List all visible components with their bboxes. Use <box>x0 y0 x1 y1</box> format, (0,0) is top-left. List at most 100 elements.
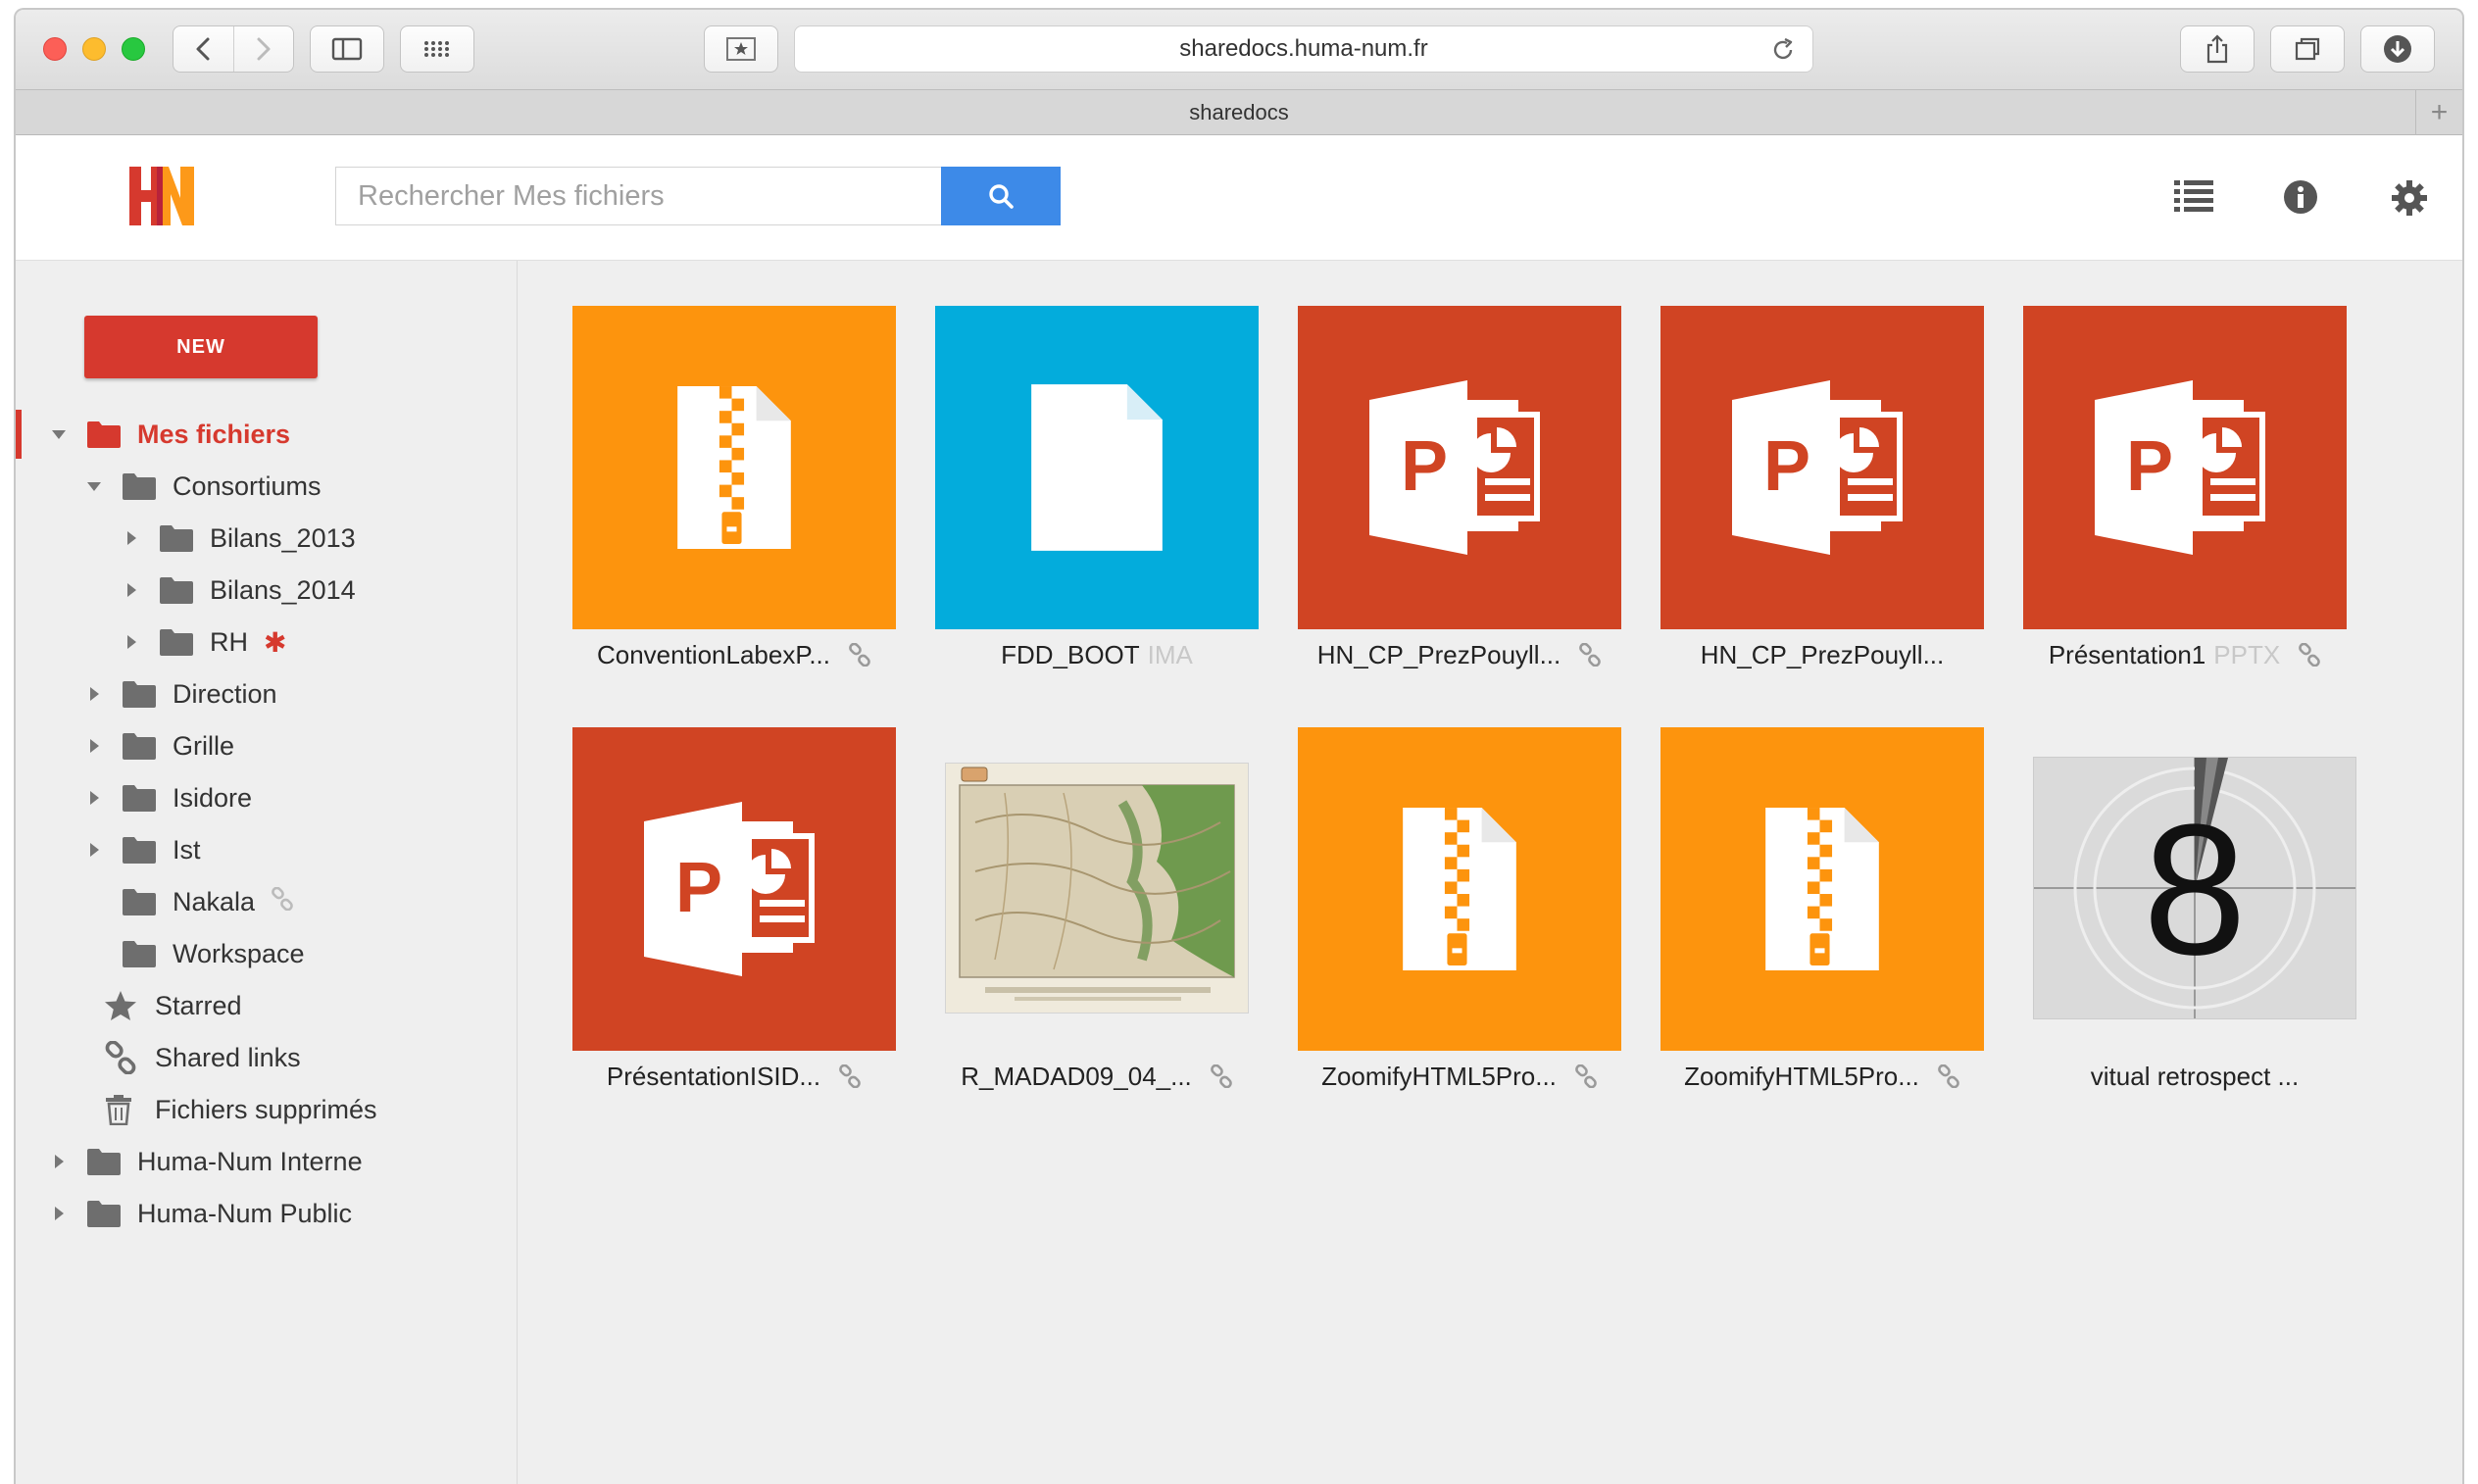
sidebar-item-nakala[interactable]: Nakala <box>84 879 294 924</box>
file-caption[interactable]: PrésentationISID... <box>572 1057 896 1096</box>
sidebar-item-mes-fichiers[interactable]: Mes fichiers <box>49 412 290 457</box>
file-thumbnail[interactable] <box>1298 727 1621 1051</box>
folder-icon <box>159 575 194 605</box>
zoom-window-button[interactable] <box>122 37 145 61</box>
file-thumbnail[interactable] <box>572 727 896 1051</box>
file-caption[interactable]: R_MADAD09_04_... <box>935 1057 1259 1096</box>
video-thumbnail[interactable]: 8 <box>2033 757 2356 1019</box>
file-caption[interactable]: Présentation1 PPTX <box>2023 635 2347 674</box>
sidebar-item-ist[interactable]: Ist <box>84 827 201 872</box>
map-image <box>946 764 1248 1013</box>
folder-icon <box>86 420 122 449</box>
logo[interactable] <box>125 165 198 232</box>
share-icon <box>2206 34 2228 64</box>
search-input[interactable] <box>335 167 941 225</box>
chevron-right-icon <box>257 37 271 61</box>
file-caption[interactable]: HN_CP_PrezPouyll... <box>1660 635 1984 674</box>
settings-button[interactable] <box>2390 178 2429 223</box>
grid-icon <box>424 41 449 57</box>
file-caption[interactable]: vitual retrospect ... <box>2033 1057 2356 1096</box>
file-caption[interactable]: FDD_BOOT IMA <box>935 635 1259 674</box>
downloads-button[interactable] <box>2360 25 2435 73</box>
link-icon <box>848 643 871 667</box>
sidebar-item-starred[interactable]: Starred <box>67 983 242 1028</box>
file-thumbnail[interactable] <box>1660 306 1984 629</box>
zip-file-icon <box>1759 803 1885 975</box>
tab-title[interactable]: sharedocs <box>1189 100 1289 125</box>
caret-right-icon[interactable] <box>84 738 104 754</box>
sidebar-item-label: Shared links <box>155 1042 301 1072</box>
file-name: R_MADAD09_04_... <box>961 1061 1192 1091</box>
sidebar-item-trash[interactable]: Fichiers supprimés <box>67 1087 377 1132</box>
caret-right-icon[interactable] <box>122 634 141 650</box>
new-button[interactable]: NEW <box>84 316 318 378</box>
sidebar-toggle-button[interactable] <box>310 25 384 73</box>
sidebar-item-isidore[interactable]: Isidore <box>84 775 252 820</box>
forward-button[interactable] <box>232 26 293 72</box>
caret-right-icon[interactable] <box>84 842 104 858</box>
caret-right-icon[interactable] <box>84 686 104 702</box>
sidebar-item-consortiums[interactable]: Consortiums <box>84 464 322 509</box>
file-thumbnail[interactable] <box>935 306 1259 629</box>
top-sites-button[interactable] <box>400 25 474 73</box>
file-name: Présentation1 <box>2048 639 2206 669</box>
info-icon <box>2284 180 2317 214</box>
file-caption[interactable]: HN_CP_PrezPouyll... <box>1298 635 1621 674</box>
file-caption[interactable]: ZoomifyHTML5Pro... <box>1660 1057 1984 1096</box>
caret-down-icon[interactable] <box>84 480 104 492</box>
sidebar-item-direction[interactable]: Direction <box>84 671 277 717</box>
bookmark-star-icon <box>726 37 756 61</box>
file-caption[interactable]: ConventionLabexP... <box>572 635 896 674</box>
info-button[interactable] <box>2282 178 2319 221</box>
new-tab-button[interactable]: + <box>2415 90 2462 135</box>
sidebar-item-label: Direction <box>173 678 277 709</box>
minimize-window-button[interactable] <box>82 37 106 61</box>
sidebar-item-label: Huma-Num Interne <box>137 1146 363 1176</box>
sidebar-item-workspace[interactable]: Workspace <box>84 931 305 976</box>
zip-file-icon <box>1397 803 1522 975</box>
sidebar-item-rh[interactable]: RH ✱ <box>122 619 286 665</box>
sidebar-item-huma-num-interne[interactable]: Huma-Num Interne <box>49 1139 363 1184</box>
sidebar-item-shared-links[interactable]: Shared links <box>67 1035 301 1080</box>
sidebar-item-label: Consortiums <box>173 470 322 501</box>
sidebar-item-label: Ist <box>173 834 201 865</box>
sidebar-item-label: Mes fichiers <box>137 419 291 449</box>
caret-right-icon[interactable] <box>49 1154 69 1169</box>
reload-icon[interactable] <box>1769 36 1797 71</box>
file-caption[interactable]: ZoomifyHTML5Pro... <box>1298 1057 1621 1096</box>
browser-window: sharedocs.huma-num.fr sharedocs + Recher… <box>14 8 2464 1484</box>
folder-icon <box>159 523 194 553</box>
list-view-button[interactable] <box>2172 178 2215 219</box>
file-thumbnail[interactable] <box>572 306 896 629</box>
caret-right-icon[interactable] <box>122 530 141 546</box>
file-name: FDD_BOOT <box>1001 639 1140 669</box>
tab-bar: sharedocs + <box>16 90 2462 135</box>
caret-right-icon[interactable] <box>84 790 104 806</box>
folder-icon <box>122 731 157 761</box>
sidebar-item-huma-num-public[interactable]: Huma-Num Public <box>49 1191 352 1236</box>
search-button[interactable] <box>941 167 1061 225</box>
file-thumbnail[interactable] <box>1660 727 1984 1051</box>
map-image-thumbnail[interactable] <box>945 763 1249 1014</box>
sidebar-item-bilans-2014[interactable]: Bilans_2014 <box>122 568 356 613</box>
caret-right-icon[interactable] <box>49 1206 69 1221</box>
sidebar-item-bilans-2013[interactable]: Bilans_2013 <box>122 516 356 561</box>
caret-down-icon[interactable] <box>49 428 69 440</box>
address-bar[interactable]: sharedocs.huma-num.fr <box>794 25 1813 73</box>
sidebar-item-grille[interactable]: Grille <box>84 723 234 768</box>
caret-right-icon[interactable] <box>122 582 141 598</box>
file-thumbnail[interactable] <box>2023 306 2347 629</box>
tabs-icon <box>2295 37 2320 61</box>
link-icon <box>838 1064 862 1088</box>
file-extension: IMA <box>1147 639 1193 669</box>
back-button[interactable] <box>173 26 233 72</box>
share-button[interactable] <box>2180 25 2255 73</box>
file-grid: ConventionLabexP... FDD_BOOT IMA HN_CP_P… <box>518 261 2462 1484</box>
file-name: PrésentationISID... <box>606 1061 821 1091</box>
tabs-overview-button[interactable] <box>2270 25 2345 73</box>
file-thumbnail[interactable] <box>1298 306 1621 629</box>
file-name: ConventionLabexP... <box>596 639 831 669</box>
sidebar-item-label: Starred <box>155 990 242 1020</box>
bookmark-button[interactable] <box>704 25 778 73</box>
close-window-button[interactable] <box>43 37 67 61</box>
